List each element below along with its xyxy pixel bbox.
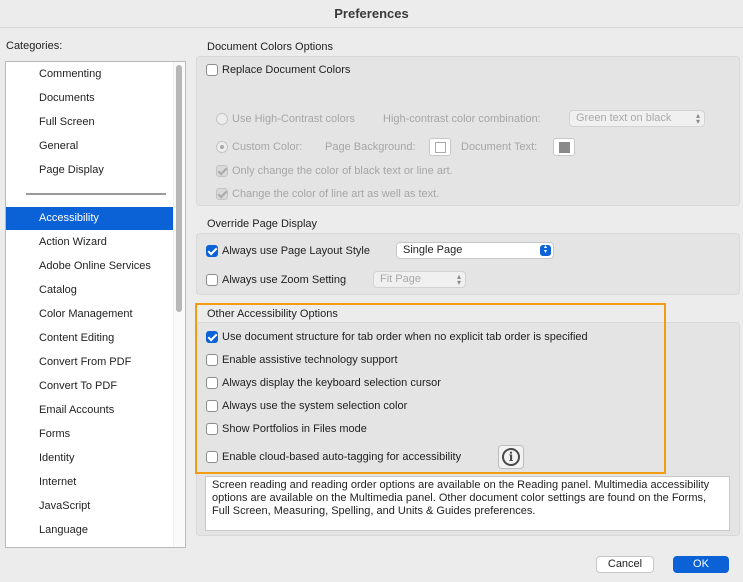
custom-color-label: Custom Color: — [232, 141, 303, 153]
override-page-display-title: Override Page Display — [207, 218, 318, 230]
white-color-chip — [435, 142, 446, 153]
category-javascript[interactable]: JavaScript — [6, 495, 174, 518]
category-internet[interactable]: Internet — [6, 471, 174, 494]
select-arrows-icon: ▴ ▾ — [695, 111, 700, 126]
category-documents[interactable]: Documents — [6, 87, 174, 110]
replace-document-colors-label: Replace Document Colors — [222, 64, 351, 76]
replace-document-colors-checkbox[interactable] — [206, 64, 218, 76]
high-contrast-combo-label: High-contrast color combination: — [383, 113, 541, 125]
zoom-setting-label: Always use Zoom Setting — [222, 274, 347, 286]
gray-color-chip — [559, 142, 570, 153]
document-text-swatch[interactable] — [553, 138, 575, 156]
document-text-label: Document Text: — [461, 141, 538, 153]
category-action-wizard[interactable]: Action Wizard — [6, 231, 174, 254]
page-layout-value: Single Page — [403, 244, 463, 256]
category-general[interactable]: General — [6, 135, 174, 158]
page-layout-checkbox[interactable] — [206, 245, 218, 257]
high-contrast-label: Use High-Contrast colors — [232, 113, 355, 125]
high-contrast-combo-value: Green text on black — [576, 112, 672, 124]
category-commenting[interactable]: Commenting — [6, 63, 174, 86]
categories-label: Categories: — [6, 40, 63, 52]
page-background-swatch[interactable] — [429, 138, 451, 156]
category-convert-to-pdf[interactable]: Convert To PDF — [6, 375, 174, 398]
high-contrast-radio[interactable] — [216, 113, 228, 125]
description-text: Screen reading and reading order options… — [205, 476, 730, 531]
line-art-checkbox[interactable] — [216, 188, 228, 200]
category-full-screen[interactable]: Full Screen — [6, 111, 174, 134]
select-arrows-icon: ▴ ▾ — [456, 272, 461, 287]
cancel-button[interactable]: Cancel — [596, 556, 654, 573]
category-identity[interactable]: Identity — [6, 447, 174, 470]
categories-list[interactable]: Commenting Documents Full Screen General… — [5, 61, 186, 548]
page-layout-label: Always use Page Layout Style — [222, 245, 370, 257]
categories-scrollbar[interactable] — [173, 62, 185, 547]
category-content-editing[interactable]: Content Editing — [6, 327, 174, 350]
category-convert-from-pdf[interactable]: Convert From PDF — [6, 351, 174, 374]
category-language[interactable]: Language — [6, 519, 174, 542]
zoom-setting-select[interactable]: Fit Page ▴ ▾ — [373, 271, 466, 288]
category-email-accounts[interactable]: Email Accounts — [6, 399, 174, 422]
zoom-setting-checkbox[interactable] — [206, 274, 218, 286]
category-catalog[interactable]: Catalog — [6, 279, 174, 302]
category-page-display[interactable]: Page Display — [6, 159, 174, 182]
window-title: Preferences — [0, 0, 743, 28]
line-art-label: Change the color of line art as well as … — [232, 188, 440, 200]
document-colors-group — [196, 56, 740, 206]
only-black-text-label: Only change the color of black text or l… — [232, 165, 453, 177]
category-accessibility[interactable]: Accessibility — [6, 207, 174, 230]
document-colors-title: Document Colors Options — [207, 41, 333, 53]
category-forms[interactable]: Forms — [6, 423, 174, 446]
custom-color-radio[interactable] — [216, 141, 228, 153]
category-color-management[interactable]: Color Management — [6, 303, 174, 326]
highlight-box — [195, 303, 666, 474]
category-adobe-online-services[interactable]: Adobe Online Services — [6, 255, 174, 278]
ok-button[interactable]: OK — [673, 556, 729, 573]
category-separator — [26, 193, 166, 195]
page-layout-select[interactable]: Single Page ▴ ▾ — [396, 242, 554, 259]
zoom-setting-value: Fit Page — [380, 273, 421, 285]
categories-scroll-thumb[interactable] — [176, 65, 182, 312]
select-arrows-icon: ▴ ▾ — [540, 244, 551, 256]
page-background-label: Page Background: — [325, 141, 416, 153]
high-contrast-combo-select[interactable]: Green text on black ▴ ▾ — [569, 110, 705, 127]
only-black-text-checkbox[interactable] — [216, 165, 228, 177]
